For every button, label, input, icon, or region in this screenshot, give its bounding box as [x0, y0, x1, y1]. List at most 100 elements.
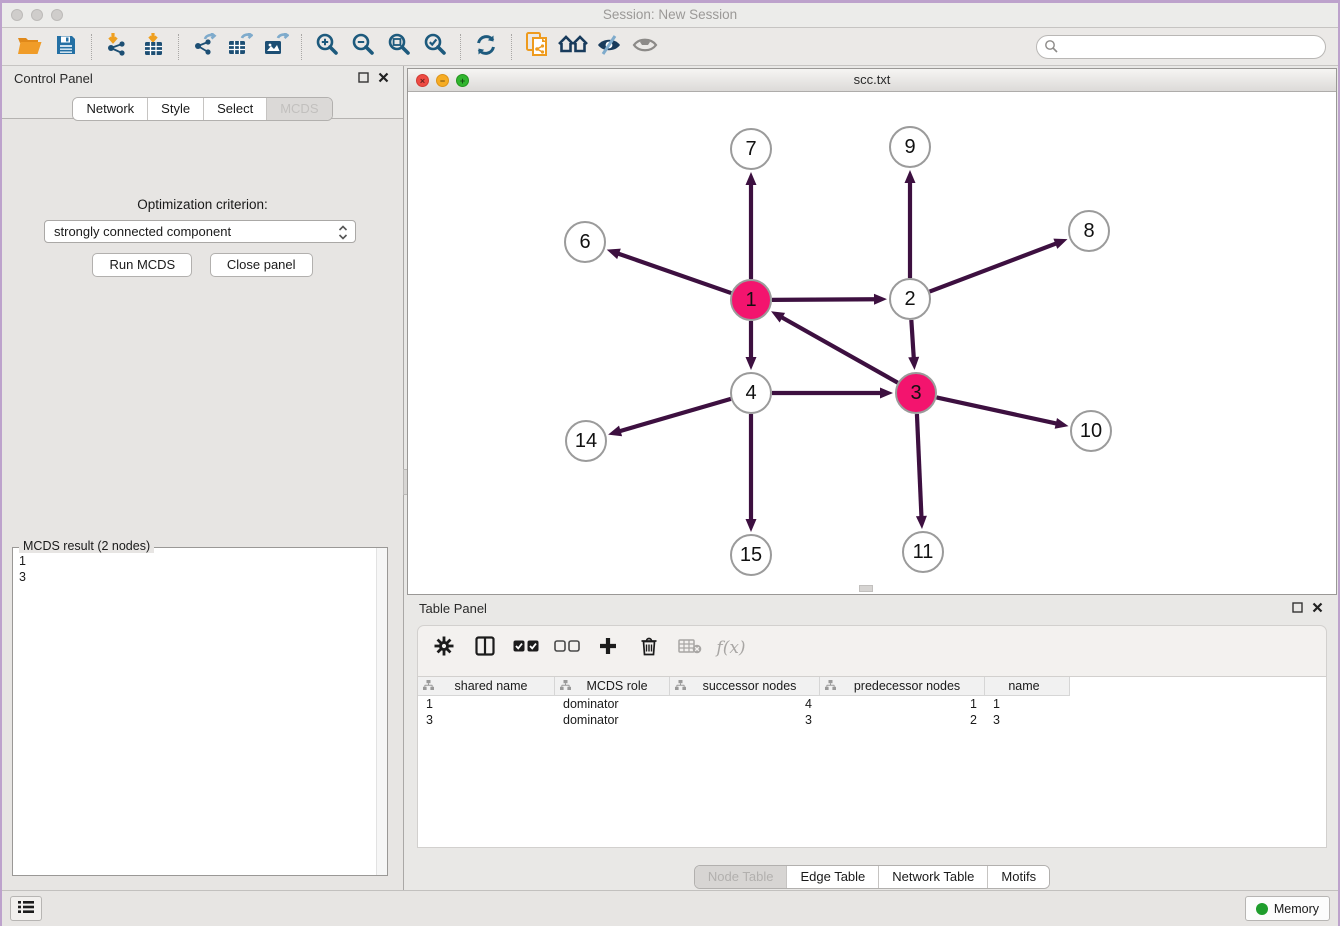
tree-icon	[825, 679, 836, 693]
graph-edge-3-11[interactable]	[917, 414, 922, 518]
graph-edge-3-1[interactable]	[781, 317, 898, 383]
deselect-all-button[interactable]	[553, 634, 581, 662]
column-header-mcds-role[interactable]: MCDS role	[555, 677, 670, 696]
import-network-button[interactable]	[99, 31, 135, 63]
column-header-shared-name[interactable]: shared name	[418, 677, 555, 696]
delete-table-button[interactable]	[676, 634, 704, 662]
home-button[interactable]	[555, 31, 591, 63]
open-session-button[interactable]	[12, 31, 48, 63]
search-box	[1036, 35, 1326, 59]
app-window: Session: New Session	[2, 3, 1338, 926]
split-columns-button[interactable]	[471, 634, 499, 662]
result-scrollbar[interactable]	[376, 548, 387, 875]
network-hscroll-thumb[interactable]	[859, 585, 873, 592]
toolbar-separator	[91, 34, 92, 60]
table-toolbar: f(x)	[418, 626, 1326, 669]
close-panel-icon[interactable]	[1312, 601, 1323, 616]
cell-predecessor-nodes[interactable]: 2	[820, 712, 985, 728]
memory-button[interactable]: Memory	[1245, 896, 1330, 921]
cell-shared-name[interactable]: 1	[418, 696, 555, 712]
tab-style[interactable]: Style	[148, 98, 204, 120]
zoom-fit-button[interactable]	[381, 31, 417, 63]
refresh-button[interactable]	[468, 31, 504, 63]
graph-node-11[interactable]: 11	[902, 531, 944, 573]
network-canvas[interactable]: 7 9 6 8 1 2 4 3 14 10 15 11	[408, 92, 1336, 594]
cell-name[interactable]: 3	[985, 712, 1070, 728]
mcds-result-text[interactable]: 1 3	[19, 553, 26, 585]
tab-select[interactable]: Select	[204, 98, 267, 120]
tab-network[interactable]: Network	[73, 98, 148, 120]
network-view-window: × − + scc.txt 7 9 6 8 1 2 4 3 14 10 15 11	[407, 68, 1337, 595]
table-panel-header: Table Panel	[407, 596, 1337, 620]
toolbar-separator	[301, 34, 302, 60]
graph-node-8[interactable]: 8	[1068, 210, 1110, 252]
column-header-predecessor-nodes[interactable]: predecessor nodes	[820, 677, 985, 696]
task-history-button[interactable]	[10, 896, 42, 921]
cell-successor-nodes[interactable]: 3	[670, 712, 820, 728]
cell-predecessor-nodes[interactable]: 1	[820, 696, 985, 712]
add-row-button[interactable]	[594, 634, 622, 662]
delete-row-button[interactable]	[635, 634, 663, 662]
hide-panels-button[interactable]	[591, 31, 627, 63]
save-session-button[interactable]	[48, 31, 84, 63]
select-all-button[interactable]	[512, 634, 540, 662]
table-row[interactable]: 1 dominator 4 1 1	[418, 696, 1326, 712]
graph-edge-arrowhead	[1055, 418, 1069, 429]
table-settings-button[interactable]	[430, 634, 458, 662]
graph-edge-1-2[interactable]	[772, 299, 876, 300]
network-window-titlebar[interactable]: × − + scc.txt	[408, 69, 1336, 92]
graph-node-2[interactable]: 2	[889, 278, 931, 320]
zoom-selected-button[interactable]	[417, 31, 453, 63]
desktop: Session: New Session	[0, 0, 1340, 926]
graph-edge-4-14[interactable]	[619, 399, 731, 432]
float-panel-icon[interactable]	[358, 71, 369, 86]
graph-node-9[interactable]: 9	[889, 126, 931, 168]
export-image-button[interactable]	[258, 31, 294, 63]
tab-edge-table[interactable]: Edge Table	[787, 866, 879, 888]
export-network-icon	[191, 33, 217, 60]
show-panels-button[interactable]	[627, 31, 663, 63]
close-panel-icon[interactable]	[378, 71, 389, 86]
cell-mcds-role[interactable]: dominator	[555, 712, 670, 728]
search-input[interactable]	[1062, 37, 1325, 57]
criterion-select[interactable]: strongly connected component	[44, 220, 356, 243]
cell-successor-nodes[interactable]: 4	[670, 696, 820, 712]
graph-edge-3-10[interactable]	[937, 397, 1058, 423]
graph-node-14[interactable]: 14	[565, 420, 607, 462]
graph-edge-2-3[interactable]	[911, 320, 913, 359]
graph-node-1[interactable]: 1	[730, 279, 772, 321]
column-header-name[interactable]: name	[985, 677, 1070, 696]
zoom-in-button[interactable]	[309, 31, 345, 63]
table-row[interactable]: 3 dominator 3 2 3	[418, 712, 1326, 728]
graph-edge-2-8[interactable]	[930, 243, 1058, 291]
graph-node-3[interactable]: 3	[895, 372, 937, 414]
graph-node-6[interactable]: 6	[564, 221, 606, 263]
cell-shared-name[interactable]: 3	[418, 712, 555, 728]
float-panel-icon[interactable]	[1292, 601, 1303, 616]
tab-motifs[interactable]: Motifs	[988, 866, 1049, 888]
run-mcds-button[interactable]: Run MCDS	[92, 253, 192, 277]
graph-node-7[interactable]: 7	[730, 128, 772, 170]
export-network-button[interactable]	[186, 31, 222, 63]
export-table-button[interactable]	[222, 31, 258, 63]
graph-node-15[interactable]: 15	[730, 534, 772, 576]
import-table-button[interactable]	[135, 31, 171, 63]
cell-mcds-role[interactable]: dominator	[555, 696, 670, 712]
plus-icon	[598, 636, 618, 659]
graph-edge-1-6[interactable]	[617, 253, 731, 293]
fx-icon: f(x)	[716, 638, 745, 658]
tab-mcds[interactable]: MCDS	[267, 98, 331, 120]
table-panel: Table Panel f(x)	[407, 596, 1337, 887]
graph-node-10[interactable]: 10	[1070, 410, 1112, 452]
zoom-out-button[interactable]	[345, 31, 381, 63]
close-panel-button[interactable]: Close panel	[210, 253, 313, 277]
column-header-successor-nodes[interactable]: successor nodes	[670, 677, 820, 696]
graph-node-4[interactable]: 4	[730, 372, 772, 414]
tab-network-table[interactable]: Network Table	[879, 866, 988, 888]
graph-edge-arrowhead	[874, 294, 887, 305]
network-from-file-button[interactable]	[519, 31, 555, 63]
function-builder-button[interactable]: f(x)	[717, 634, 745, 662]
tab-node-table[interactable]: Node Table	[695, 866, 788, 888]
cell-name[interactable]: 1	[985, 696, 1070, 712]
zoom-in-icon	[315, 33, 339, 60]
